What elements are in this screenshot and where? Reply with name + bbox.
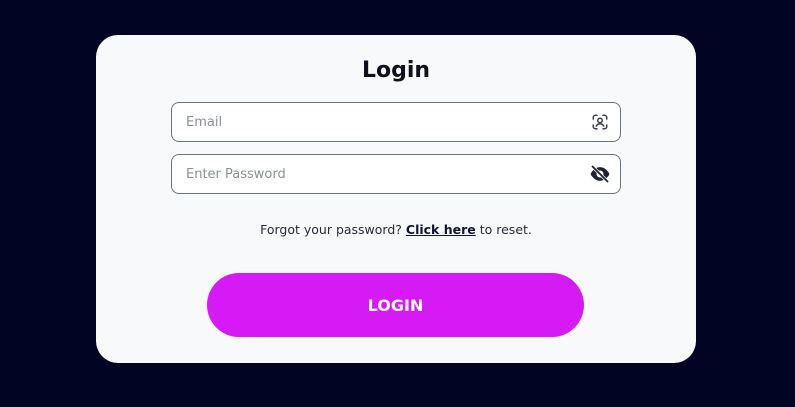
forgot-password-text: Forgot your password? Click here to rese…	[96, 222, 696, 237]
login-card: Login Forgot your password? Cl	[96, 35, 696, 363]
password-field[interactable]	[171, 154, 621, 194]
password-input[interactable]	[186, 155, 576, 193]
email-input[interactable]	[186, 103, 576, 141]
login-button[interactable]: LOGIN	[207, 273, 584, 337]
reset-password-link[interactable]: Click here	[406, 222, 476, 237]
forgot-suffix: to reset.	[475, 222, 532, 237]
page-title: Login	[361, 58, 431, 83]
forgot-prefix: Forgot your password?	[260, 222, 406, 237]
eye-off-icon[interactable]	[590, 164, 610, 184]
user-scan-icon	[590, 112, 610, 132]
email-field[interactable]	[171, 102, 621, 142]
